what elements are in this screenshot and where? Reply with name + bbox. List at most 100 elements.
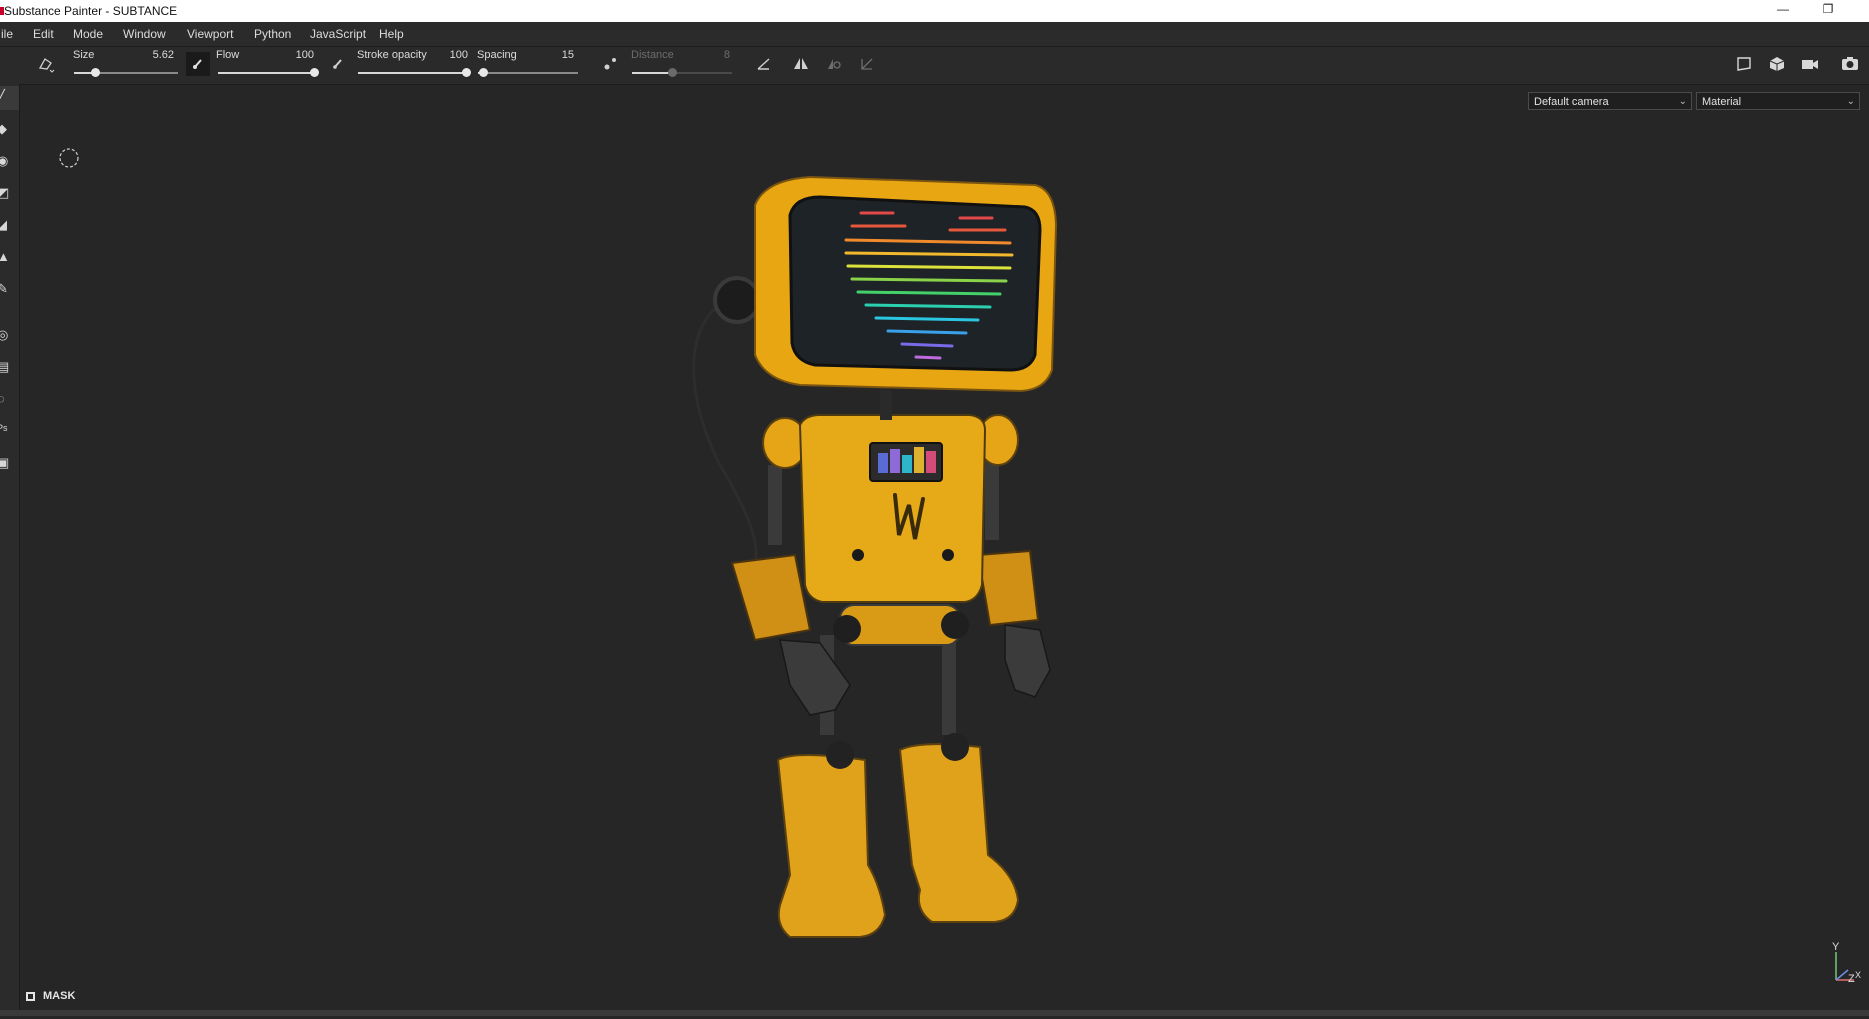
polygon-fill-icon: ▤ [0, 359, 10, 374]
sidebar-tool-projection[interactable]: ◉ [0, 150, 19, 174]
size-slider-track[interactable] [74, 68, 178, 77]
flow-value[interactable]: 100 [274, 49, 314, 61]
stroke-opacity-slider-handle[interactable] [462, 68, 471, 77]
left-forearm [730, 553, 812, 642]
chest-screen-bar [926, 451, 936, 473]
lazy-mouse-icon[interactable] [598, 52, 622, 76]
spacing-slider-track[interactable] [478, 68, 578, 77]
render-icon: ▣ [0, 455, 10, 470]
distance-value: 8 [723, 49, 730, 61]
spacing-value[interactable]: 15 [534, 49, 574, 61]
sidebar-tool-photoshop[interactable]: Ps [0, 420, 19, 444]
chevron-down-icon: ⌄ [1846, 96, 1855, 107]
left-knee [826, 741, 854, 769]
spacing-label: Spacing [477, 49, 517, 61]
camera-select[interactable]: Default camera ⌄ [1528, 92, 1692, 110]
eraser-icon: ◆ [0, 121, 7, 136]
torso-bolt [852, 549, 864, 561]
axis-y-label: Y [1832, 941, 1840, 953]
menu-window[interactable]: Window [123, 27, 166, 41]
chest-screen-bar [902, 455, 912, 473]
window-title: Substance Painter - SUBTANCE [4, 4, 178, 18]
distance-slider-track [632, 68, 732, 77]
mask-toggle[interactable]: MASK [26, 990, 75, 1002]
menu-javascript[interactable]: JavaScript [310, 27, 366, 41]
bottom-edge [0, 1010, 1869, 1016]
right-forearm [976, 549, 1040, 627]
sidebar-tool-polygon-fill[interactable]: ▤ [0, 356, 19, 380]
menu-mode[interactable]: Mode [73, 27, 103, 41]
channel-select[interactable]: Material ⌄ [1696, 92, 1860, 110]
sidebar-tool-symmetry[interactable]: ◌ [0, 388, 19, 412]
sidebar-tool-geometry-mask[interactable]: ◩ [0, 182, 19, 206]
left-arm-spring [768, 465, 782, 545]
viewport-3d[interactable] [20, 85, 1869, 1016]
2d-view-icon[interactable] [1733, 52, 1757, 76]
symmetry-icon: ◌ [0, 391, 5, 406]
right-hip-joint [941, 611, 969, 639]
chest-screen-bar [878, 453, 888, 473]
flow-slider-handle[interactable] [310, 68, 319, 77]
distance-label: Distance [631, 49, 674, 61]
distance-slider-fill [632, 72, 672, 74]
size-value[interactable]: 5.62 [134, 49, 174, 61]
camera-icon[interactable] [1798, 52, 1822, 76]
brush-alpha-icon[interactable] [186, 52, 210, 76]
sidebar-tool-paint[interactable]: ╱ [0, 86, 19, 110]
geometry-mask-icon: ◩ [0, 185, 10, 200]
symmetry-options-icon[interactable] [822, 52, 846, 76]
stroke-opacity-value[interactable]: 100 [428, 49, 468, 61]
mask-label: MASK [43, 990, 76, 1002]
symmetry-icon[interactable] [789, 52, 813, 76]
flow-slider-fill [218, 72, 314, 74]
mask-checkbox[interactable] [26, 992, 35, 1001]
color-picker-icon: ✎ [0, 281, 8, 296]
minimize-button[interactable]: — [1763, 2, 1803, 20]
sidebar-tool-color-picker[interactable]: ✎ [0, 278, 19, 302]
clone-stamp-icon: ▲ [0, 249, 10, 264]
tool-properties-bar: Size 5.62 Flow 100 Stroke opacity 100 Sp… [0, 47, 1869, 85]
sidebar-tool-render[interactable]: ▣ [0, 452, 19, 476]
restore-button[interactable]: ❐ [1808, 2, 1848, 20]
menu-python[interactable]: Python [254, 27, 291, 41]
right-hand [1004, 624, 1051, 698]
flow-label: Flow [216, 49, 240, 61]
pressure-icon[interactable] [326, 52, 350, 76]
spacing-slider-handle[interactable] [479, 68, 488, 77]
left-hand [779, 639, 851, 716]
title-bar: Substance Painter - SUBTANCE — ❐ [0, 0, 1869, 22]
sidebar-tool-bake[interactable]: ◎ [0, 324, 19, 348]
left-boot [776, 754, 887, 938]
menu-viewport[interactable]: Viewport [187, 27, 233, 41]
flow-slider-track[interactable] [218, 68, 319, 77]
camera-select-value: Default camera [1534, 96, 1609, 108]
photoshop-export-icon: Ps [0, 423, 8, 433]
head-cable [692, 303, 758, 566]
projection-icon: ◉ [0, 153, 9, 168]
neck [880, 390, 892, 420]
left-hip-joint [833, 615, 861, 643]
brush-preset-icon[interactable] [34, 52, 58, 76]
distance-slider-handle [668, 68, 677, 77]
right-arm-spring [985, 460, 999, 540]
sidebar-tool-clone[interactable]: ▲ [0, 246, 19, 270]
size-label: Size [73, 49, 95, 61]
robot-model[interactable] [20, 85, 1869, 1016]
screenshot-icon[interactable] [1838, 52, 1862, 76]
transform-icon[interactable] [855, 52, 879, 76]
paint-brush-icon: ╱ [0, 89, 5, 104]
menu-file[interactable]: ile [1, 27, 13, 41]
sidebar-tool-smudge[interactable]: ◢ [0, 214, 19, 238]
size-slider-handle[interactable] [90, 68, 100, 77]
tool-sidebar: ╱ ◆ ◉ ◩ ◢ ▲ ✎ ◎ ▤ ◌ Ps ▣ [0, 84, 20, 1016]
torso-bolt [942, 549, 954, 561]
sidebar-tool-eraser[interactable]: ◆ [0, 118, 19, 142]
3d-cube-icon[interactable] [1765, 52, 1789, 76]
stroke-opacity-slider-track[interactable] [358, 68, 471, 77]
axis-gizmo: Y Z X [1828, 938, 1864, 988]
angle-icon[interactable] [752, 52, 776, 76]
chest-screen-bar [914, 447, 924, 473]
menu-edit[interactable]: Edit [33, 27, 54, 41]
right-knee [941, 733, 969, 761]
menu-help[interactable]: Help [379, 27, 404, 41]
